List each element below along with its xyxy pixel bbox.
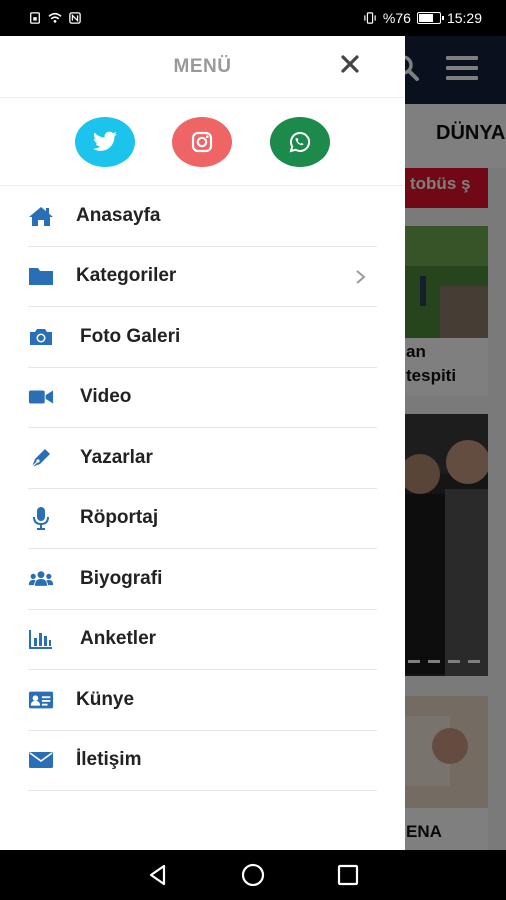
menu-item-biyografi[interactable]: Biyografi xyxy=(28,549,377,610)
chevron-right-icon xyxy=(356,269,366,284)
microphone-icon xyxy=(28,507,54,531)
envelope-icon xyxy=(28,749,54,771)
menu-item-foto-galeri[interactable]: Foto Galeri xyxy=(28,307,377,368)
menu-item-yazarlar[interactable]: Yazarlar xyxy=(28,428,377,489)
battery-percent: %76 xyxy=(382,10,411,26)
menu-item-anketler[interactable]: Anketler xyxy=(28,610,377,670)
back-icon[interactable] xyxy=(145,862,171,888)
side-drawer: MENÜ Anasayfa Kategoriler Foto Galeri Vi… xyxy=(0,36,405,850)
menu-item-roportaj[interactable]: Röportaj xyxy=(28,489,377,549)
status-bar: %76 15:29 xyxy=(0,0,506,36)
pen-icon xyxy=(28,447,54,469)
whatsapp-button[interactable] xyxy=(270,116,331,167)
wifi-icon xyxy=(48,12,62,23)
home-icon xyxy=(28,205,54,227)
battery-fill xyxy=(418,14,433,22)
bar-chart-icon xyxy=(28,628,54,650)
status-left-icons xyxy=(28,12,82,24)
drawer-header: MENÜ xyxy=(0,36,405,98)
battery-icon xyxy=(416,12,444,24)
menu-label: Yazarlar xyxy=(80,446,153,468)
menu-label: İletişim xyxy=(76,749,142,771)
menu-label: Biyografi xyxy=(80,567,163,589)
close-icon[interactable] xyxy=(339,53,361,75)
system-nav-bar xyxy=(0,850,506,900)
menu-item-anasayfa[interactable]: Anasayfa xyxy=(28,186,377,247)
drawer-title: MENÜ xyxy=(173,55,232,77)
menu-list: Anasayfa Kategoriler Foto Galeri Video Y… xyxy=(0,186,405,791)
twitter-button[interactable] xyxy=(74,116,135,167)
menu-label: Künye xyxy=(76,688,135,710)
menu-label: Kategoriler xyxy=(76,265,177,287)
nfc-icon xyxy=(69,12,81,24)
twitter-icon xyxy=(92,131,117,151)
menu-label: Video xyxy=(80,386,132,408)
menu-label: Anketler xyxy=(80,628,157,650)
camera-icon xyxy=(28,326,54,348)
menu-label: Anasayfa xyxy=(76,204,161,226)
menu-item-kunye[interactable]: Künye xyxy=(28,670,377,731)
home-button-icon[interactable] xyxy=(240,862,266,888)
menu-label: Röportaj xyxy=(80,507,159,529)
recents-icon[interactable] xyxy=(335,862,361,888)
whatsapp-icon xyxy=(289,131,311,152)
instagram-icon xyxy=(192,131,213,152)
clock: 15:29 xyxy=(446,10,482,26)
instagram-button[interactable] xyxy=(172,116,233,167)
video-camera-icon xyxy=(28,386,54,408)
folder-icon xyxy=(28,265,54,287)
sim-icon xyxy=(30,12,40,24)
id-card-icon xyxy=(28,689,54,711)
social-links xyxy=(0,98,405,186)
menu-item-iletisim[interactable]: İletişim xyxy=(28,731,377,791)
status-right-icons: %76 15:29 xyxy=(363,10,482,26)
users-icon xyxy=(28,568,54,590)
menu-label: Foto Galeri xyxy=(80,325,181,347)
vibrate-icon xyxy=(364,12,376,24)
menu-item-video[interactable]: Video xyxy=(28,368,377,428)
menu-item-kategoriler[interactable]: Kategoriler xyxy=(28,247,377,307)
